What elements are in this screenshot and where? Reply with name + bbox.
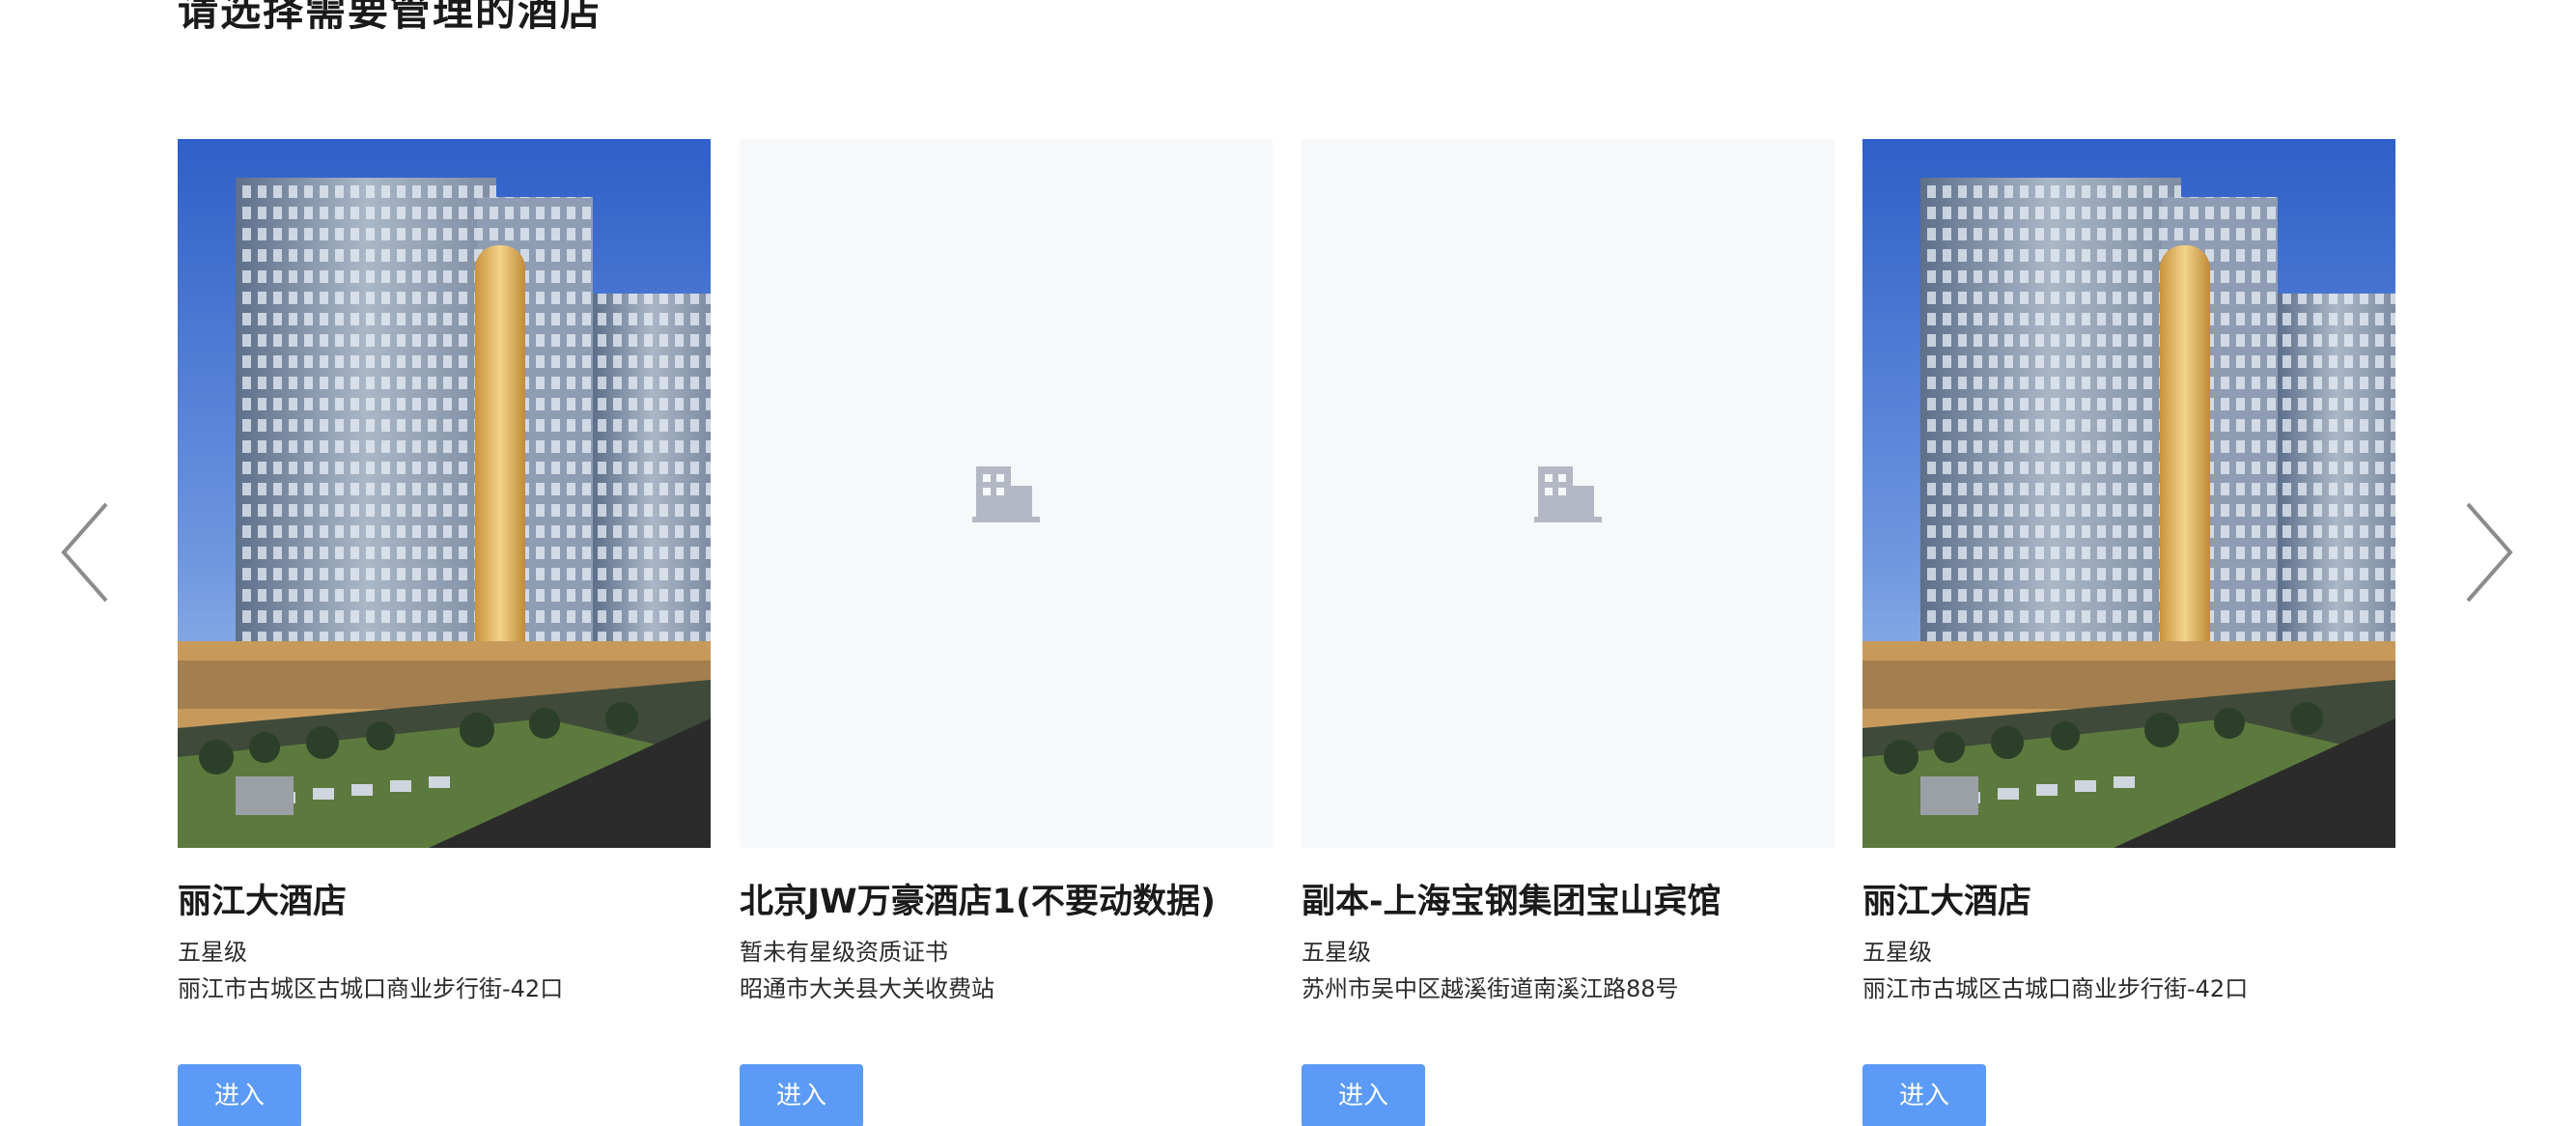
hotel-photo bbox=[178, 139, 711, 848]
hotel-card: 北京JW万豪酒店1(不要动数据) 暂未有星级资质证书 昭通市大关县大关收费站 进… bbox=[740, 139, 1273, 1126]
hotel-card: 副本-上海宝钢集团宝山宾馆 五星级 苏州市吴中区越溪街道南溪江路88号 进入 bbox=[1302, 139, 1834, 1126]
page-title: 请选择需要管理的酒店 bbox=[178, 0, 603, 35]
carousel-next-button[interactable] bbox=[2452, 494, 2520, 610]
enter-button[interactable]: 进入 bbox=[178, 1064, 301, 1126]
chevron-left-icon bbox=[61, 502, 108, 603]
hotel-name: 北京JW万豪酒店1(不要动数据) bbox=[740, 883, 1216, 921]
hotel-address: 苏州市吴中区越溪街道南溪江路88号 bbox=[1302, 975, 1679, 1002]
hotel-selection-page: 请选择需要管理的酒店 丽江大酒店 五星级 丽江市古城区古城口商业步行街-42口 … bbox=[0, 0, 2576, 1126]
hotel-star-rating: 暂未有星级资质证书 bbox=[740, 939, 948, 966]
hotel-address: 丽江市古城区古城口商业步行街-42口 bbox=[178, 975, 564, 1002]
hotel-star-rating: 五星级 bbox=[178, 939, 247, 966]
hotel-photo bbox=[1862, 139, 2395, 848]
hotel-card: 丽江大酒店 五星级 丽江市古城区古城口商业步行街-42口 进入 bbox=[178, 139, 711, 1126]
hotel-building-photo bbox=[1862, 139, 2395, 848]
building-icon bbox=[1534, 466, 1602, 522]
hotel-address: 昭通市大关县大关收费站 bbox=[740, 975, 994, 1002]
hotel-card: 丽江大酒店 五星级 丽江市古城区古城口商业步行街-42口 进入 bbox=[1862, 139, 2395, 1126]
hotel-name: 副本-上海宝钢集团宝山宾馆 bbox=[1302, 883, 1722, 921]
carousel-prev-button[interactable] bbox=[54, 494, 122, 610]
chevron-right-icon bbox=[2466, 502, 2513, 603]
hotel-photo-placeholder bbox=[740, 139, 1273, 848]
enter-button[interactable]: 进入 bbox=[740, 1064, 863, 1126]
hotel-star-rating: 五星级 bbox=[1302, 939, 1371, 966]
hotel-name: 丽江大酒店 bbox=[178, 883, 348, 921]
enter-button[interactable]: 进入 bbox=[1302, 1064, 1425, 1126]
hotel-photo-placeholder bbox=[1302, 139, 1834, 848]
hotel-building-photo bbox=[178, 139, 711, 848]
building-icon bbox=[972, 466, 1040, 522]
hotel-star-rating: 五星级 bbox=[1862, 939, 1932, 966]
enter-button[interactable]: 进入 bbox=[1862, 1064, 1986, 1126]
hotel-name: 丽江大酒店 bbox=[1862, 883, 2032, 921]
hotel-address: 丽江市古城区古城口商业步行街-42口 bbox=[1862, 975, 2249, 1002]
